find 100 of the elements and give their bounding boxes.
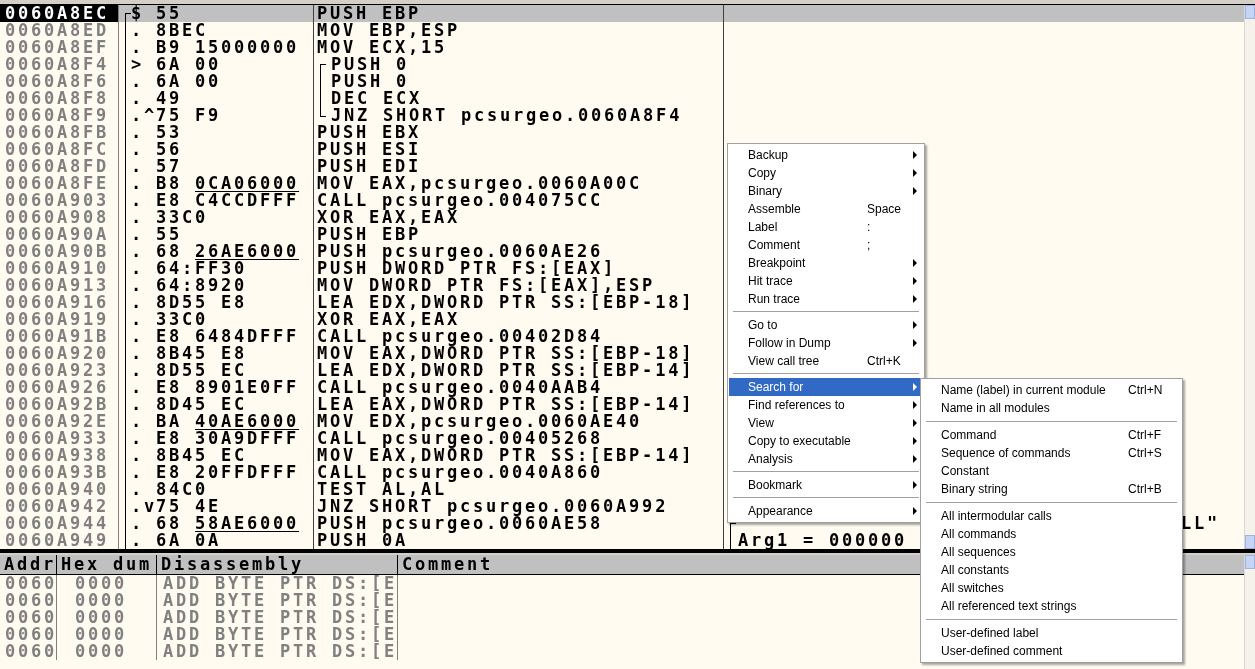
menu-item[interactable]: Binary <box>729 182 923 200</box>
hex-cell: 0000 <box>57 626 157 643</box>
address-cell: 0060A8EC <box>0 5 119 22</box>
marker-cell: . <box>119 39 150 56</box>
menu-label: Comment <box>748 238 801 252</box>
marker-cell: . <box>119 73 150 90</box>
menu-item[interactable]: Name in all modules <box>922 399 1181 417</box>
hex-cell: E8 8901E0FF <box>150 379 314 396</box>
hex-cell: 84C0 <box>150 481 314 498</box>
hex-cell: 55 <box>150 5 314 22</box>
submenu-arrow-icon <box>913 169 917 177</box>
hex-cell: 49 <box>150 90 314 107</box>
menu-item[interactable]: View call tree Ctrl+K <box>729 352 923 370</box>
menu-item[interactable]: Search for <box>729 378 923 396</box>
address-cell: 0060A90B <box>0 243 119 260</box>
address-cell: 0060A92B <box>0 396 119 413</box>
menu-item[interactable]: All referenced text strings <box>922 597 1181 615</box>
menu-item[interactable]: User-defined comment <box>922 642 1181 660</box>
address-cell: 0060A91B <box>0 328 119 345</box>
scroll-down-icon[interactable] <box>1245 535 1255 549</box>
menu-item[interactable]: Backup <box>729 146 923 164</box>
menu-label: Breakpoint <box>748 256 807 270</box>
menu-item[interactable]: Follow in Dump <box>729 334 923 352</box>
disassembly-cell: LEA EDX,DWORD PTR SS:[EBP-18] <box>314 294 724 311</box>
menu-label: All intermodular calls <box>941 509 1053 523</box>
hex-cell: E8 C4CCDFFF <box>150 192 314 209</box>
menu-label: View call tree <box>748 354 821 368</box>
menu-item[interactable]: All sequences <box>922 543 1181 561</box>
menu-label: Bookmark <box>748 478 804 492</box>
menu-label: Sequence of commands <box>941 446 1072 460</box>
menu-item[interactable]: All intermodular calls <box>922 507 1181 525</box>
hex-cell: 8B45 E8 <box>150 345 314 362</box>
menu-item[interactable]: Copy <box>729 164 923 182</box>
menu-item[interactable]: All commands <box>922 525 1181 543</box>
address-cell: 0060 <box>0 626 57 643</box>
hex-cell: 6A 00 <box>150 73 314 90</box>
scroll-up-icon[interactable] <box>1245 555 1255 569</box>
marker-cell: . <box>119 158 150 175</box>
disassembly-cell: XOR EAX,EAX <box>314 311 724 328</box>
column-header[interactable]: Comment <box>398 555 494 574</box>
disassembly-cell: CALL pcsurgeo.004075CC <box>314 192 724 209</box>
marker-cell: $ <box>119 5 150 22</box>
menu-item[interactable]: Label : <box>729 218 923 236</box>
menu-item[interactable]: Go to <box>729 316 923 334</box>
scrollbar[interactable] <box>1244 555 1255 669</box>
marker-cell: . <box>119 532 150 549</box>
menu-label: Binary string <box>941 482 1009 496</box>
menu-item[interactable]: Name (label) in current module Ctrl+N <box>922 381 1181 399</box>
menu-item[interactable]: Assemble Space <box>729 200 923 218</box>
menu-label: Copy to executable <box>748 434 852 448</box>
marker-cell: . <box>119 345 150 362</box>
column-header[interactable]: Disassembly <box>157 555 398 574</box>
menu-item[interactable]: Run trace <box>729 290 923 308</box>
marker-cell: . <box>119 515 150 532</box>
shortcut-label: Space <box>867 202 902 216</box>
menu-item[interactable]: Hit trace <box>729 272 923 290</box>
menu-item[interactable]: Comment ; <box>729 236 923 254</box>
submenu-arrow-icon <box>913 259 917 267</box>
address-cell: 0060A92E <box>0 413 119 430</box>
menu-label: Backup <box>748 148 790 162</box>
submenu-arrow-icon <box>913 151 917 159</box>
disassembly-cell: CALL pcsurgeo.00405268 <box>314 430 724 447</box>
menu-item[interactable]: Binary string Ctrl+B <box>922 480 1181 498</box>
menu-item[interactable]: Breakpoint <box>729 254 923 272</box>
hex-cell: 68 58AE6000 <box>150 515 314 532</box>
disassembly-cell: MOV EBP,ESP <box>314 22 724 39</box>
hex-cell: E8 20FFDFFF <box>150 464 314 481</box>
menu-item[interactable]: All constants <box>922 561 1181 579</box>
column-header[interactable]: Hex dum <box>57 555 157 574</box>
scrollbar[interactable] <box>1244 5 1255 549</box>
scroll-up-icon[interactable] <box>1245 5 1255 19</box>
marker-cell: . <box>119 362 150 379</box>
menu-label: All commands <box>941 527 1018 541</box>
menu-label: Appearance <box>748 504 814 518</box>
submenu-arrow-icon <box>913 339 917 347</box>
menu-item[interactable]: User-defined label <box>922 624 1181 642</box>
hex-cell: BA 40AE6000 <box>150 413 314 430</box>
disassembly-cell: TEST AL,AL <box>314 481 724 498</box>
disassembly-cell: CALL pcsurgeo.0040A860 <box>314 464 724 481</box>
address-cell: 0060A938 <box>0 447 119 464</box>
marker-cell: . <box>119 328 150 345</box>
disassembly-cell: ADD BYTE PTR DS:[E <box>157 643 398 660</box>
disassembly-cell: PUSH DWORD PTR FS:[EAX] <box>314 260 724 277</box>
hex-cell: 0000 <box>57 609 157 626</box>
disassembly-cell: JNZ SHORT pcsurgeo.0060A992 <box>314 498 724 515</box>
menu-item[interactable]: Sequence of commands Ctrl+S <box>922 444 1181 462</box>
selected-row[interactable]: 0060A8EC $ 55 PUSH EBP <box>0 5 1244 22</box>
address-cell: 0060A926 <box>0 379 119 396</box>
menu-label: Name in all modules <box>941 401 1051 415</box>
marker-cell: . <box>119 90 150 107</box>
hex-cell: 8D55 E8 <box>150 294 314 311</box>
marker-cell: . <box>119 209 150 226</box>
hex-cell: 6A 00 <box>150 56 314 73</box>
column-header[interactable]: Addr <box>0 555 57 574</box>
address-cell: 0060A8EF <box>0 39 119 56</box>
menu-item[interactable]: All switches <box>922 579 1181 597</box>
disassembly-cell: ADD BYTE PTR DS:[E <box>157 609 398 626</box>
menu-item[interactable]: Command Ctrl+F <box>922 426 1181 444</box>
marker-cell: . <box>119 481 150 498</box>
menu-item[interactable]: Constant <box>922 462 1181 480</box>
